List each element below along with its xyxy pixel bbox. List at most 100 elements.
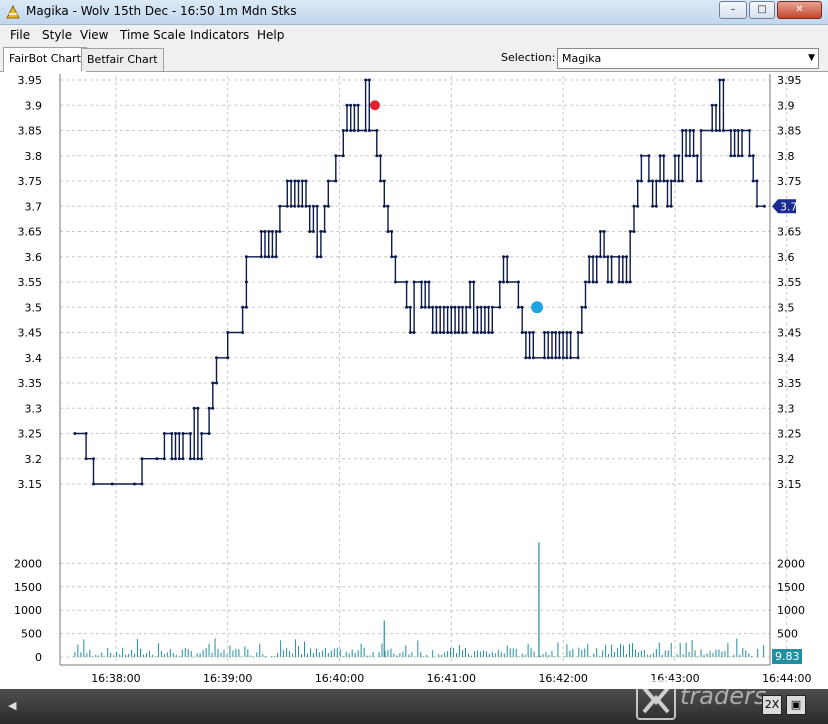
price-point <box>133 482 137 486</box>
print-icon[interactable]: ▣ <box>786 695 806 715</box>
price-point <box>386 230 390 233</box>
price-point <box>625 255 629 259</box>
price-tick-label: 3.3 <box>25 402 43 415</box>
price-point <box>550 356 554 360</box>
price-point <box>606 280 610 284</box>
price-point <box>449 331 453 334</box>
price-point <box>647 179 651 183</box>
price-tick-label: 3.65 <box>777 226 802 239</box>
menu-help[interactable]: Help <box>257 28 284 42</box>
price-tick-label: 3.45 <box>777 327 802 340</box>
price-point <box>658 179 662 183</box>
volume-tick-label: 1500 <box>777 581 805 594</box>
tab-betfair-chart[interactable]: Betfair Chart <box>81 48 164 71</box>
menu-file[interactable]: File <box>10 28 30 42</box>
zoom-2x-icon[interactable]: 2X <box>762 695 782 715</box>
price-point <box>617 255 621 259</box>
price-point <box>412 331 416 334</box>
title-bar: Magika - Wolv 15th Dec - 16:50 1m Mdn St… <box>0 0 828 25</box>
price-tick-label: 3.9 <box>777 99 795 112</box>
price-point <box>341 154 345 158</box>
price-point <box>267 255 271 259</box>
menu-time-scale[interactable]: Time Scale <box>120 28 185 42</box>
price-point <box>293 204 297 208</box>
price-point <box>334 179 338 183</box>
price-point <box>285 204 289 208</box>
price-point <box>438 305 442 309</box>
minimize-button[interactable]: – <box>719 1 747 19</box>
price-axis-right: 3.15 3.2 3.25 3.3 3.35 3.4 3.45 3.5 3.55 3.6 3.65 3… <box>777 74 802 491</box>
price-point <box>244 305 248 309</box>
price-point <box>662 179 666 183</box>
price-point <box>576 356 580 360</box>
selection-value: Magika <box>562 52 602 65</box>
price-point <box>304 204 308 208</box>
price-point <box>341 129 345 132</box>
price-point <box>92 457 96 461</box>
price-point <box>446 305 450 309</box>
price-point <box>241 305 245 309</box>
price-point <box>449 305 453 309</box>
price-tick-label: 3.5 <box>777 301 795 314</box>
price-point <box>710 103 714 107</box>
price-point <box>263 230 267 233</box>
price-point <box>524 331 528 334</box>
watermark: traders <box>632 676 812 720</box>
watermark-text: traders <box>680 682 767 710</box>
price-point <box>669 179 673 183</box>
price-point <box>367 78 371 82</box>
price-volume-chart[interactable]: 3.15 3.2 3.25 3.3 3.35 3.4 3.45 3.5 3.55 3.6 3.65 3… <box>0 72 828 689</box>
price-point <box>420 305 424 309</box>
price-point <box>457 331 461 334</box>
price-point <box>502 255 506 259</box>
price-point <box>379 154 383 158</box>
price-point <box>498 280 502 284</box>
price-point <box>516 280 520 284</box>
price-point <box>200 457 204 461</box>
app-icon <box>6 4 20 19</box>
price-point <box>680 129 684 132</box>
time-tick-label: 16:38:00 <box>91 672 140 685</box>
price-point <box>92 482 96 486</box>
price-point <box>364 78 368 82</box>
price-point <box>177 457 181 461</box>
price-point <box>241 331 245 334</box>
price-point <box>692 154 696 158</box>
scroll-left-icon[interactable]: ◀ <box>8 699 16 712</box>
price-point <box>487 305 491 309</box>
chart-background <box>0 72 828 689</box>
price-point <box>576 331 580 334</box>
menu-style[interactable]: Style <box>42 28 72 42</box>
menu-indicators[interactable]: Indicators <box>190 28 249 42</box>
price-tick-label: 3.5 <box>25 301 43 314</box>
price-point <box>390 255 394 259</box>
price-point <box>274 230 278 233</box>
maximize-button[interactable]: □ <box>749 1 775 19</box>
price-point <box>714 129 718 132</box>
price-point <box>181 432 185 435</box>
price-point <box>405 280 409 284</box>
price-point <box>207 432 211 435</box>
price-point <box>375 154 379 158</box>
price-point <box>270 255 274 259</box>
price-point <box>393 255 397 259</box>
price-tick-label: 3.95 <box>18 74 43 87</box>
price-point <box>721 78 725 82</box>
price-point <box>666 204 670 208</box>
price-tick-label: 3.4 <box>777 352 795 365</box>
price-point <box>300 179 304 183</box>
price-point <box>174 457 178 461</box>
menu-view[interactable]: View <box>80 28 108 42</box>
selection-dropdown[interactable]: Magika ▼ <box>557 48 819 69</box>
price-tick-label: 3.15 <box>777 478 802 491</box>
price-tick-label: 3.35 <box>777 377 802 390</box>
price-point <box>729 154 733 158</box>
price-point <box>636 204 640 208</box>
price-point <box>699 179 703 183</box>
price-point <box>625 280 629 284</box>
close-button[interactable]: ✕ <box>777 1 822 19</box>
tab-fairbot-chart[interactable]: FairBot Chart <box>3 47 87 72</box>
price-point <box>628 230 632 233</box>
back-bet-marker <box>531 301 544 314</box>
price-point <box>647 154 651 158</box>
